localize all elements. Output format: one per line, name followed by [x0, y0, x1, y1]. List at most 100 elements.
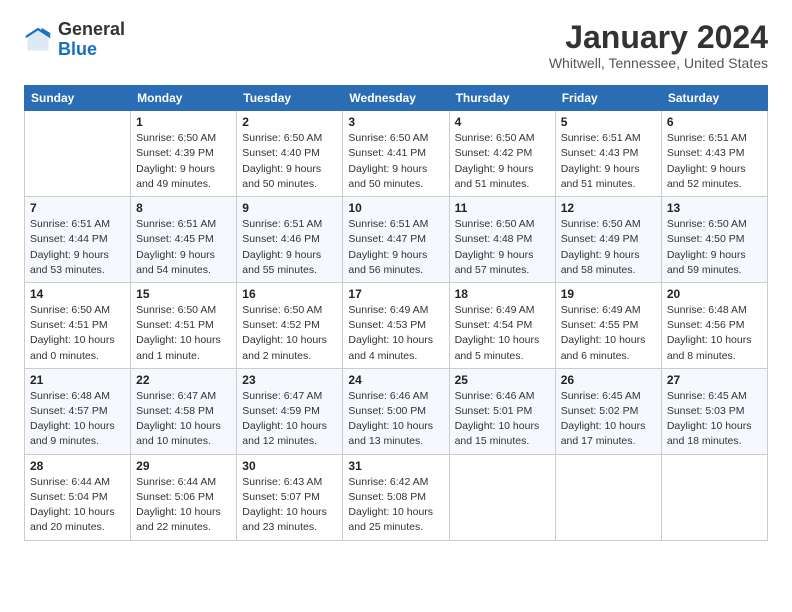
day-info: Sunrise: 6:46 AMSunset: 5:01 PMDaylight:… [455, 389, 550, 450]
day-number: 6 [667, 115, 762, 129]
day-info: Sunrise: 6:50 AMSunset: 4:41 PMDaylight:… [348, 131, 443, 192]
logo-general: General [58, 19, 125, 39]
calendar-cell: 22 Sunrise: 6:47 AMSunset: 4:58 PMDayligh… [131, 368, 237, 454]
calendar-cell: 20 Sunrise: 6:48 AMSunset: 4:56 PMDayligh… [661, 282, 767, 368]
day-number: 1 [136, 115, 231, 129]
calendar-cell: 9 Sunrise: 6:51 AMSunset: 4:46 PMDaylight… [237, 197, 343, 283]
day-number: 23 [242, 373, 337, 387]
day-info: Sunrise: 6:45 AMSunset: 5:02 PMDaylight:… [561, 389, 656, 450]
day-number: 21 [30, 373, 125, 387]
calendar-week-row: 28 Sunrise: 6:44 AMSunset: 5:04 PMDayligh… [25, 454, 768, 540]
day-info: Sunrise: 6:50 AMSunset: 4:48 PMDaylight:… [455, 217, 550, 278]
day-number: 20 [667, 287, 762, 301]
calendar-week-row: 1 Sunrise: 6:50 AMSunset: 4:39 PMDaylight… [25, 111, 768, 197]
day-info: Sunrise: 6:46 AMSunset: 5:00 PMDaylight:… [348, 389, 443, 450]
calendar-week-row: 14 Sunrise: 6:50 AMSunset: 4:51 PMDayligh… [25, 282, 768, 368]
day-number: 16 [242, 287, 337, 301]
day-number: 2 [242, 115, 337, 129]
calendar-cell: 3Sunrise: 6:50 AMSunset: 4:41 PMDaylight… [343, 111, 449, 197]
day-number: 27 [667, 373, 762, 387]
logo-blue: Blue [58, 39, 97, 59]
calendar-cell: 15 Sunrise: 6:50 AMSunset: 4:51 PMDayligh… [131, 282, 237, 368]
calendar-cell: 23 Sunrise: 6:47 AMSunset: 4:59 PMDayligh… [237, 368, 343, 454]
weekday-header: Monday [131, 86, 237, 111]
day-number: 29 [136, 459, 231, 473]
day-info: Sunrise: 6:47 AMSunset: 4:58 PMDaylight:… [136, 389, 231, 450]
logo: General Blue [24, 20, 125, 60]
day-number: 19 [561, 287, 656, 301]
calendar-cell: 4 Sunrise: 6:50 AMSunset: 4:42 PMDaylight… [449, 111, 555, 197]
weekday-header: Saturday [661, 86, 767, 111]
page-header: General Blue January 2024 Whitwell, Tenn… [24, 20, 768, 71]
month-title: January 2024 [549, 20, 768, 55]
calendar-cell: 28 Sunrise: 6:44 AMSunset: 5:04 PMDayligh… [25, 454, 131, 540]
calendar-cell: 25Sunrise: 6:46 AMSunset: 5:01 PMDayligh… [449, 368, 555, 454]
calendar-cell: 24 Sunrise: 6:46 AMSunset: 5:00 PMDayligh… [343, 368, 449, 454]
day-info: Sunrise: 6:44 AMSunset: 5:04 PMDaylight:… [30, 475, 125, 536]
day-info: Sunrise: 6:49 AMSunset: 4:53 PMDaylight:… [348, 303, 443, 364]
day-number: 15 [136, 287, 231, 301]
weekday-header: Wednesday [343, 86, 449, 111]
day-number: 13 [667, 201, 762, 215]
weekday-header: Friday [555, 86, 661, 111]
day-number: 5 [561, 115, 656, 129]
day-number: 22 [136, 373, 231, 387]
day-info: Sunrise: 6:48 AMSunset: 4:57 PMDaylight:… [30, 389, 125, 450]
calendar-cell: 7Sunrise: 6:51 AMSunset: 4:44 PMDaylight… [25, 197, 131, 283]
day-info: Sunrise: 6:45 AMSunset: 5:03 PMDaylight:… [667, 389, 762, 450]
calendar-cell [661, 454, 767, 540]
day-number: 11 [455, 201, 550, 215]
day-info: Sunrise: 6:47 AMSunset: 4:59 PMDaylight:… [242, 389, 337, 450]
calendar-cell: 2 Sunrise: 6:50 AMSunset: 4:40 PMDaylight… [237, 111, 343, 197]
day-number: 28 [30, 459, 125, 473]
day-info: Sunrise: 6:50 AMSunset: 4:51 PMDaylight:… [136, 303, 231, 364]
location: Whitwell, Tennessee, United States [549, 55, 768, 71]
calendar-cell [25, 111, 131, 197]
day-info: Sunrise: 6:42 AMSunset: 5:08 PMDaylight:… [348, 475, 443, 536]
day-info: Sunrise: 6:51 AMSunset: 4:46 PMDaylight:… [242, 217, 337, 278]
calendar-cell: 5Sunrise: 6:51 AMSunset: 4:43 PMDaylight… [555, 111, 661, 197]
day-number: 8 [136, 201, 231, 215]
day-number: 18 [455, 287, 550, 301]
calendar-cell: 16 Sunrise: 6:50 AMSunset: 4:52 PMDayligh… [237, 282, 343, 368]
calendar-cell: 19 Sunrise: 6:49 AMSunset: 4:55 PMDayligh… [555, 282, 661, 368]
day-info: Sunrise: 6:50 AMSunset: 4:40 PMDaylight:… [242, 131, 337, 192]
day-info: Sunrise: 6:51 AMSunset: 4:44 PMDaylight:… [30, 217, 125, 278]
calendar-cell: 21 Sunrise: 6:48 AMSunset: 4:57 PMDayligh… [25, 368, 131, 454]
calendar-cell: 12Sunrise: 6:50 AMSunset: 4:49 PMDayligh… [555, 197, 661, 283]
day-info: Sunrise: 6:44 AMSunset: 5:06 PMDaylight:… [136, 475, 231, 536]
day-info: Sunrise: 6:50 AMSunset: 4:52 PMDaylight:… [242, 303, 337, 364]
calendar-cell [449, 454, 555, 540]
day-info: Sunrise: 6:51 AMSunset: 4:43 PMDaylight:… [667, 131, 762, 192]
day-number: 12 [561, 201, 656, 215]
day-info: Sunrise: 6:49 AMSunset: 4:54 PMDaylight:… [455, 303, 550, 364]
logo-icon [24, 26, 52, 54]
calendar-cell: 11 Sunrise: 6:50 AMSunset: 4:48 PMDayligh… [449, 197, 555, 283]
day-number: 10 [348, 201, 443, 215]
calendar-cell [555, 454, 661, 540]
weekday-header: Thursday [449, 86, 555, 111]
day-number: 14 [30, 287, 125, 301]
calendar-cell: 8 Sunrise: 6:51 AMSunset: 4:45 PMDaylight… [131, 197, 237, 283]
day-info: Sunrise: 6:51 AMSunset: 4:47 PMDaylight:… [348, 217, 443, 278]
day-info: Sunrise: 6:48 AMSunset: 4:56 PMDaylight:… [667, 303, 762, 364]
day-info: Sunrise: 6:43 AMSunset: 5:07 PMDaylight:… [242, 475, 337, 536]
day-info: Sunrise: 6:50 AMSunset: 4:50 PMDaylight:… [667, 217, 762, 278]
day-info: Sunrise: 6:50 AMSunset: 4:39 PMDaylight:… [136, 131, 231, 192]
day-info: Sunrise: 6:50 AMSunset: 4:42 PMDaylight:… [455, 131, 550, 192]
calendar-cell: 29 Sunrise: 6:44 AMSunset: 5:06 PMDayligh… [131, 454, 237, 540]
calendar-header-row: SundayMondayTuesdayWednesdayThursdayFrid… [25, 86, 768, 111]
day-info: Sunrise: 6:50 AMSunset: 4:51 PMDaylight:… [30, 303, 125, 364]
calendar-week-row: 21 Sunrise: 6:48 AMSunset: 4:57 PMDayligh… [25, 368, 768, 454]
day-info: Sunrise: 6:51 AMSunset: 4:45 PMDaylight:… [136, 217, 231, 278]
day-number: 17 [348, 287, 443, 301]
logo-text: General Blue [58, 20, 125, 60]
day-info: Sunrise: 6:49 AMSunset: 4:55 PMDaylight:… [561, 303, 656, 364]
day-number: 9 [242, 201, 337, 215]
calendar-cell: 17 Sunrise: 6:49 AMSunset: 4:53 PMDayligh… [343, 282, 449, 368]
day-number: 24 [348, 373, 443, 387]
day-number: 4 [455, 115, 550, 129]
calendar-week-row: 7Sunrise: 6:51 AMSunset: 4:44 PMDaylight… [25, 197, 768, 283]
title-area: January 2024 Whitwell, Tennessee, United… [549, 20, 768, 71]
calendar-cell: 18 Sunrise: 6:49 AMSunset: 4:54 PMDayligh… [449, 282, 555, 368]
